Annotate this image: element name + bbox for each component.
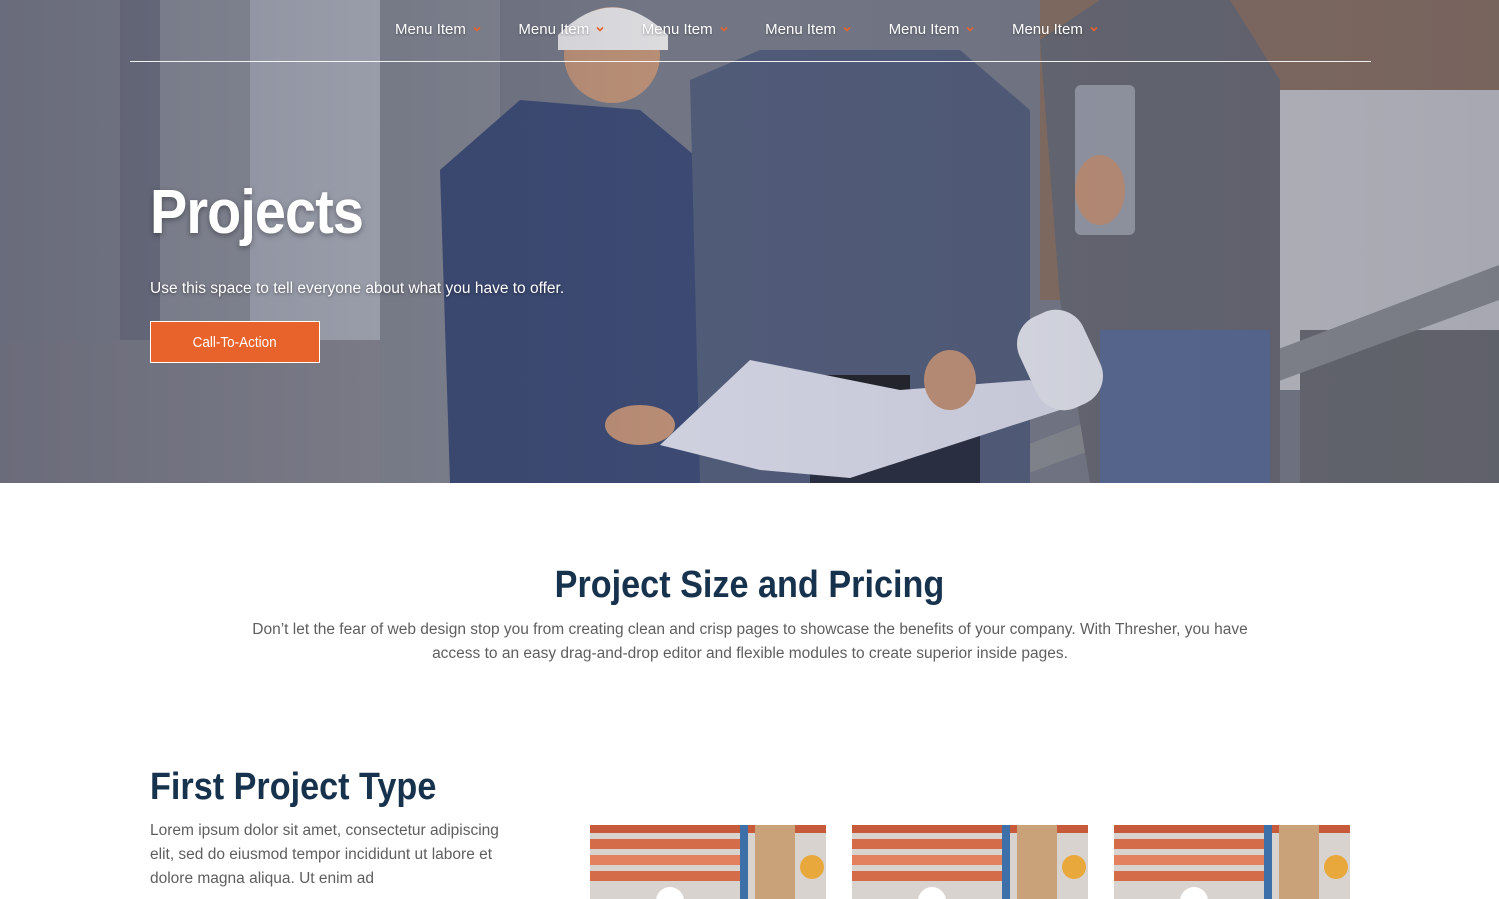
nav-item-label: Menu Item — [641, 20, 713, 38]
project-thumbnail-1[interactable] — [590, 825, 826, 899]
hero-banner: Menu Item Menu Item Menu Item Menu Item … — [0, 0, 1499, 483]
thumbnail-image — [590, 825, 826, 899]
thumbnail-image — [852, 825, 1088, 899]
call-to-action-label: Call-To-Action — [192, 333, 278, 351]
call-to-action-button[interactable]: Call-To-Action — [150, 321, 320, 363]
nav-item-2[interactable]: Menu Item — [518, 18, 641, 40]
nav-items: Menu Item Menu Item Menu Item Menu Item … — [395, 18, 1135, 40]
project-type-description: Lorem ipsum dolor sit amet, consectetur … — [150, 822, 499, 887]
thumbnail-image — [1114, 825, 1350, 899]
nav-item-4[interactable]: Menu Item — [765, 18, 888, 40]
nav-item-5[interactable]: Menu Item — [889, 18, 1012, 40]
project-thumbnail-2[interactable] — [852, 825, 1088, 899]
nav-item-label: Menu Item — [395, 20, 466, 38]
page-title: Projects — [150, 178, 364, 247]
chevron-down-icon — [720, 26, 728, 32]
chevron-down-icon — [596, 26, 604, 32]
project-type-title: First Project Type — [150, 766, 437, 808]
nav-item-6[interactable]: Menu Item — [1012, 18, 1135, 40]
nav-item-label: Menu Item — [1011, 20, 1083, 38]
chevron-down-icon — [966, 26, 975, 32]
nav-divider — [130, 61, 1371, 62]
chevron-down-icon — [843, 26, 851, 32]
nav-item-label: Menu Item — [518, 20, 590, 38]
project-thumbnail-3[interactable] — [1114, 825, 1350, 899]
hero-subtitle: Use this space to tell everyone about wh… — [150, 280, 565, 297]
nav-item-1[interactable]: Menu Item — [395, 18, 518, 40]
chevron-down-icon — [1090, 26, 1098, 32]
main-nav: Menu Item Menu Item Menu Item Menu Item … — [0, 0, 1499, 62]
nav-item-label: Menu Item — [888, 20, 960, 38]
nav-item-3[interactable]: Menu Item — [642, 18, 765, 40]
chevron-down-icon — [473, 26, 481, 32]
section-title-text: Project Size and Pricing — [554, 564, 945, 606]
nav-item-label: Menu Item — [765, 20, 837, 38]
section-description: Don’t let the fear of web design stop yo… — [252, 621, 1248, 662]
section-title: Project Size and Pricing — [0, 562, 1499, 608]
